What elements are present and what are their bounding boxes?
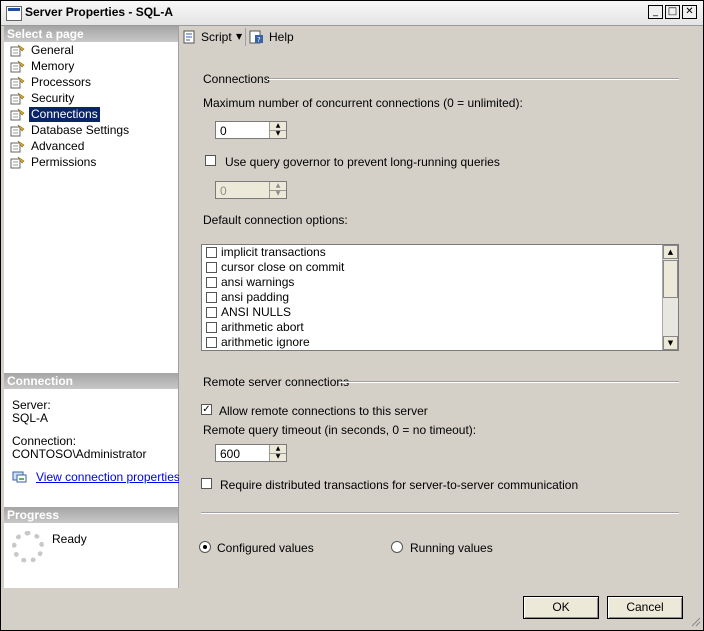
progress-status: Ready (52, 532, 87, 546)
option-checkbox[interactable] (206, 262, 217, 273)
require-dtc-label: Require distributed transactions for ser… (220, 478, 579, 492)
connections-section-title: Connections (203, 72, 270, 86)
page-settings-icon (10, 76, 25, 89)
select-page-header: Select a page (4, 26, 178, 42)
scroll-up-icon[interactable]: ▲ (663, 245, 678, 259)
option-checkbox[interactable] (206, 292, 217, 303)
allow-remote-checkbox[interactable]: ✓ (201, 404, 212, 415)
page-settings-icon (10, 92, 25, 105)
svg-text:?: ? (257, 36, 261, 44)
query-governor-checkbox[interactable] (205, 155, 216, 166)
options-scrollbar[interactable]: ▲ ▼ (662, 245, 678, 350)
remote-timeout-value[interactable]: 600 (220, 447, 240, 461)
page-item-label: Security (31, 91, 75, 105)
right-pane: Script ▼ ? Help Connections Maximum numb… (179, 26, 703, 588)
query-governor-spinner: 0 ▲ ▼ (215, 181, 287, 199)
remote-timeout-spinner[interactable]: 600 ▲ ▼ (215, 444, 287, 462)
title-bar[interactable]: Server Properties - SQL-A _ □ ✕ (1, 1, 703, 26)
query-governor-value: 0 (220, 184, 227, 198)
option-label: cursor close on commit (221, 260, 345, 274)
left-pane: Select a page General Memory Processors Sec… (4, 26, 180, 588)
option-checkbox[interactable] (206, 277, 217, 288)
spin-down-icon: ▼ (275, 190, 281, 197)
help-button[interactable]: Help (269, 29, 294, 45)
running-values-label: Running values (410, 541, 493, 555)
progress-spinner-icon (12, 531, 44, 563)
page-settings-icon (10, 140, 25, 153)
configured-values-radio[interactable] (199, 541, 211, 553)
default-options-list[interactable]: implicit transactions cursor close on com… (201, 244, 679, 351)
spin-down-icon[interactable]: ▼ (270, 130, 286, 138)
query-governor-label: Use query governor to prevent long-runni… (225, 155, 500, 169)
scroll-down-icon[interactable]: ▼ (663, 336, 678, 350)
remote-section-title: Remote server connections (203, 375, 350, 389)
values-separator (201, 512, 679, 514)
option-label: ansi warnings (221, 275, 295, 289)
help-icon: ? (249, 29, 265, 45)
script-icon (183, 29, 197, 45)
page-item-label: Permissions (31, 155, 97, 169)
view-connection-properties-link[interactable]: View connection properties (36, 470, 180, 484)
server-value: SQL-A (12, 411, 49, 425)
maximize-button[interactable]: □ (665, 5, 680, 19)
page-item-label: Memory (31, 59, 75, 73)
running-values-radio[interactable] (391, 541, 403, 553)
page-item-label: Connections (29, 107, 100, 122)
cancel-button[interactable]: Cancel (607, 596, 683, 619)
option-label: arithmetic abort (221, 320, 304, 334)
option-label: ANSI NULLS (221, 305, 292, 319)
option-checkbox[interactable] (206, 307, 217, 318)
progress-header: Progress (4, 507, 178, 523)
window-title: Server Properties - SQL-A (25, 5, 174, 19)
remote-separator (339, 381, 679, 383)
spin-down-icon[interactable]: ▼ (270, 453, 286, 461)
option-label: implicit transactions (221, 245, 326, 259)
connection-properties-icon (12, 470, 28, 484)
page-settings-icon (10, 60, 25, 73)
script-dropdown-arrow-icon[interactable]: ▼ (236, 29, 242, 45)
connection-value: CONTOSO\Administrator (12, 447, 147, 461)
minimize-button[interactable]: _ (648, 5, 663, 19)
page-item-label: General (31, 43, 74, 57)
toolbar: Script ▼ ? Help (179, 26, 703, 48)
page-item-label: Database Settings (31, 123, 130, 137)
page-settings-icon (10, 156, 25, 169)
require-dtc-checkbox[interactable] (201, 478, 212, 489)
remote-timeout-label: Remote query timeout (in seconds, 0 = no… (203, 423, 477, 437)
close-button[interactable]: ✕ (682, 5, 697, 19)
max-connections-spinner[interactable]: 0 ▲ ▼ (215, 121, 287, 139)
server-label: Server: (12, 398, 51, 412)
option-checkbox[interactable] (206, 337, 217, 348)
allow-remote-label: Allow remote connections to this server (219, 404, 428, 418)
connection-label: Connection: (12, 434, 77, 448)
resize-grip-icon[interactable] (689, 615, 701, 627)
max-connections-spin-buttons: ▲ ▼ (269, 122, 286, 138)
page-item-label: Processors (31, 75, 92, 89)
page-settings-icon (10, 124, 25, 137)
option-label: arithmetic ignore (221, 335, 310, 349)
server-properties-window: Server Properties - SQL-A _ □ ✕ Select a… (0, 0, 704, 631)
toolbar-separator (245, 28, 246, 46)
default-options-label: Default connection options: (203, 213, 348, 227)
page-settings-icon (10, 44, 25, 57)
configured-values-label: Configured values (217, 541, 314, 555)
query-governor-spin-buttons: ▲ ▼ (269, 182, 286, 198)
page-item-label: Advanced (31, 139, 85, 153)
ok-button[interactable]: OK (523, 596, 599, 619)
scroll-thumb[interactable] (663, 260, 678, 298)
page-settings-icon (10, 108, 25, 121)
option-checkbox[interactable] (206, 247, 217, 258)
max-connections-label: Maximum number of concurrent connections… (203, 96, 523, 110)
max-connections-value[interactable]: 0 (220, 124, 227, 138)
connections-separator (267, 78, 679, 80)
option-checkbox[interactable] (206, 322, 217, 333)
connection-header: Connection (4, 373, 178, 389)
script-button[interactable]: Script (201, 29, 232, 45)
window-app-icon (6, 6, 22, 21)
remote-timeout-spin-buttons: ▲ ▼ (269, 445, 286, 461)
option-label: ansi padding (221, 290, 290, 304)
